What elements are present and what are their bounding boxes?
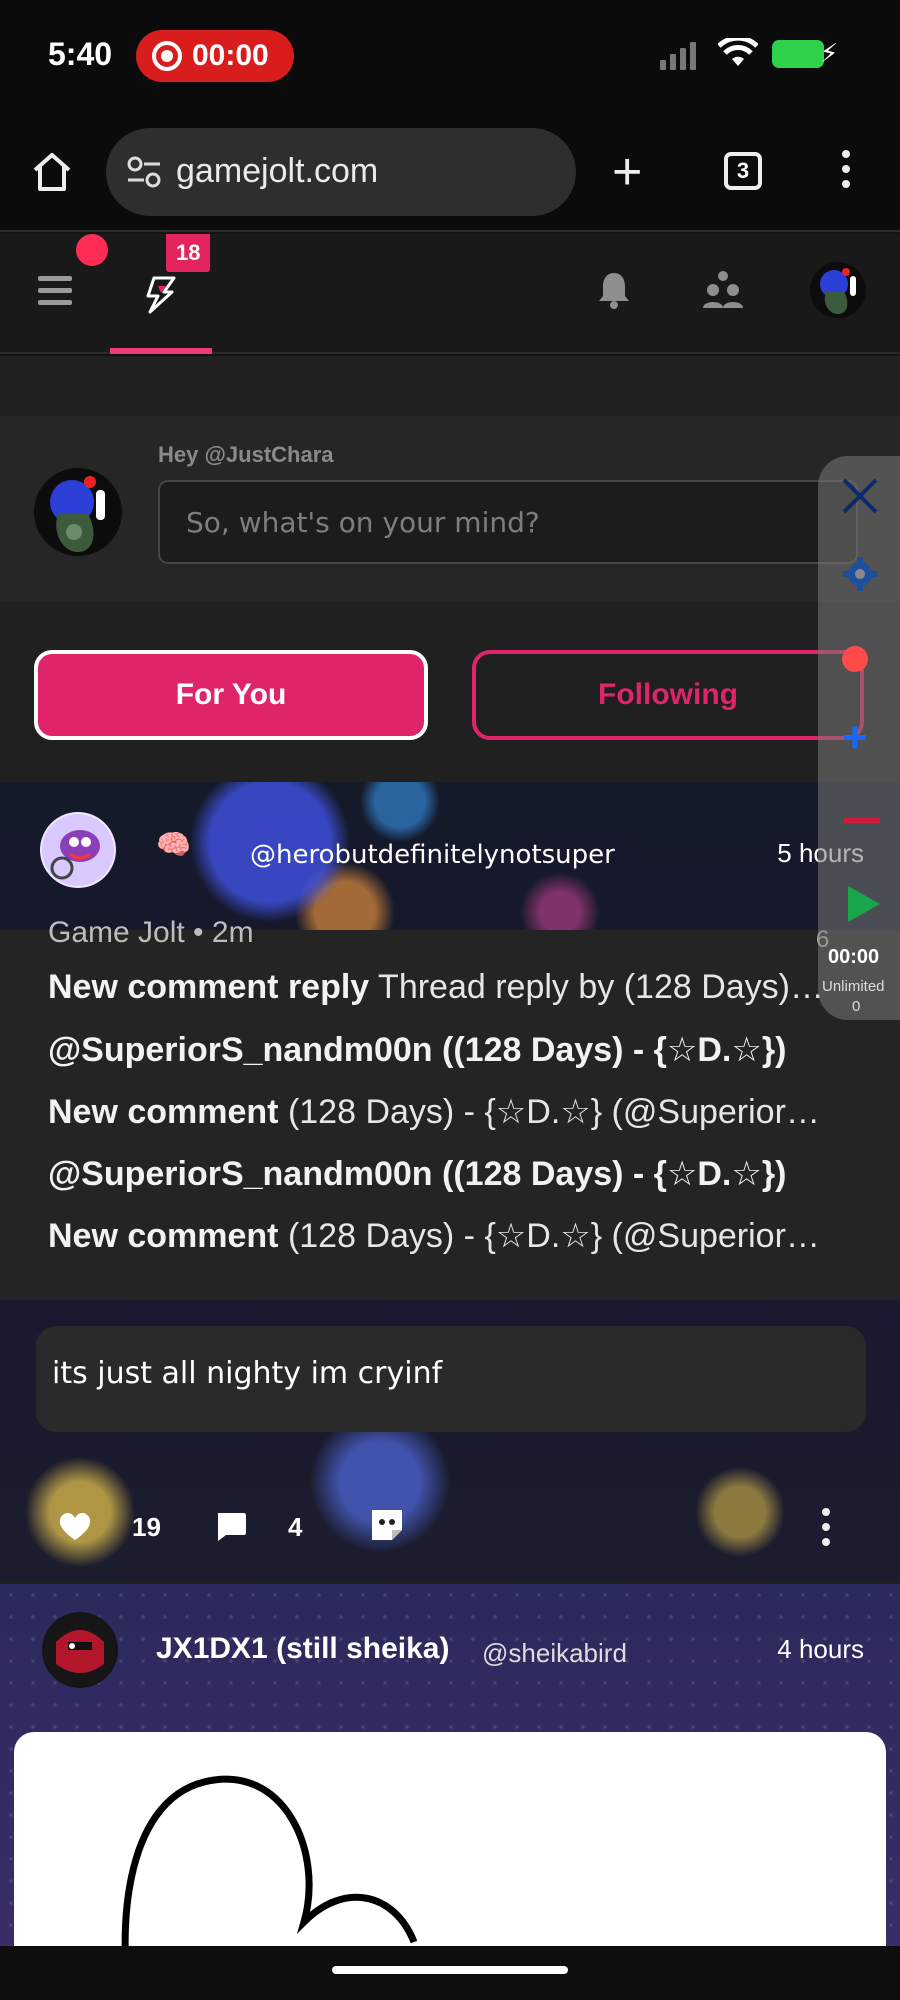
screen-recording-pill[interactable]: 00:00 <box>136 30 294 82</box>
post-timestamp: 4 hours <box>777 1634 864 1664</box>
status-time: 5:40 <box>48 36 113 72</box>
post-author-avatar[interactable] <box>42 1612 118 1688</box>
tab-following[interactable]: Following <box>472 650 864 740</box>
notification-dot <box>76 234 108 266</box>
address-bar[interactable]: gamejolt.com <box>106 128 576 216</box>
friends-icon[interactable] <box>700 270 746 310</box>
tab-activity-feed[interactable]: 18 <box>110 234 212 354</box>
post-author-name[interactable]: JX1DX1 (still sheika) <box>156 1632 449 1666</box>
record-icon <box>152 41 182 71</box>
menu-icon[interactable] <box>38 276 72 306</box>
home-icon[interactable] <box>30 150 74 194</box>
url-text: gamejolt.com <box>176 152 379 190</box>
like-count: 19 <box>132 1512 161 1542</box>
notification-line: @SuperiorS_nandm00n ((128 Days) - {☆D.☆}… <box>48 1031 787 1069</box>
feed-count-badge: 18 <box>166 234 211 272</box>
gamejolt-top-nav: 18 <box>0 234 900 354</box>
comment-icon[interactable] <box>214 1510 248 1542</box>
comment-count: 4 <box>288 1512 303 1542</box>
post-more-icon[interactable] <box>822 1508 832 1553</box>
zoom-in-icon[interactable]: + <box>842 716 868 760</box>
recorder-time: 00:00 <box>828 946 880 968</box>
feed-post[interactable]: JX1DX1 (still sheika) @sheikabird 4 hour… <box>0 1584 900 2000</box>
post-caption: its just all nighty im cryinf <box>36 1326 866 1432</box>
home-indicator[interactable] <box>332 1966 568 1974</box>
play-icon[interactable] <box>848 886 880 922</box>
feed-post[interactable]: 🧠 @herobutdefinitelynotsuper 5 hours Gam… <box>0 782 900 1582</box>
main-content: Hey @JustChara So, what's on your mind? … <box>0 356 900 2000</box>
activity-feed-icon <box>146 276 176 314</box>
sticker-icon[interactable] <box>368 1506 406 1544</box>
status-input[interactable]: So, what's on your mind? <box>158 480 858 564</box>
post-author-avatar[interactable] <box>40 812 116 888</box>
post-action-bar: 19 4 <box>0 1462 900 1582</box>
wifi-icon <box>718 38 758 66</box>
site-settings-icon[interactable] <box>126 156 162 188</box>
notification-line: New comment reply Thread reply by (128 D… <box>48 968 825 1006</box>
status-bar: 5:40 00:00 ⚡ <box>0 0 900 112</box>
screen-recorder-panel: + 00:00 Unlimited 0 <box>818 456 900 1020</box>
post-author-name[interactable]: 🧠 <box>156 828 191 861</box>
post-composer: Hey @JustChara So, what's on your mind? <box>0 416 900 602</box>
notifications-bell-icon[interactable] <box>596 270 632 310</box>
system-gesture-bar <box>0 1946 900 2000</box>
close-icon[interactable] <box>840 476 880 516</box>
notification-line: New comment (128 Days) - {☆D.☆} (@Superi… <box>48 1217 820 1255</box>
battery-icon <box>772 40 824 68</box>
like-heart-icon[interactable] <box>58 1510 92 1542</box>
post-author-handle[interactable]: @herobutdefinitelynotsuper <box>250 840 615 870</box>
record-dot-icon[interactable] <box>842 646 868 672</box>
post-author-handle[interactable]: @sheikabird <box>482 1638 627 1669</box>
cell-signal-icon <box>660 40 696 70</box>
recorder-limit: Unlimited <box>822 978 885 995</box>
recording-time: 00:00 <box>192 39 269 72</box>
post-screenshot-image: Game Jolt • 2m 6 New comment reply Threa… <box>0 916 900 1300</box>
composer-greeting: Hey @JustChara <box>158 442 334 467</box>
user-avatar[interactable] <box>810 262 866 318</box>
charging-icon: ⚡ <box>820 38 839 68</box>
browser-menu-icon[interactable] <box>842 150 852 196</box>
recorder-count: 0 <box>852 998 861 1015</box>
new-tab-icon[interactable]: + <box>612 146 642 198</box>
zoom-out-icon[interactable] <box>844 818 880 823</box>
notification-line: @SuperiorS_nandm00n ((128 Days) - {☆D.☆}… <box>48 1155 787 1193</box>
tab-for-you[interactable]: For You <box>34 650 428 740</box>
gear-icon[interactable] <box>842 556 878 592</box>
tab-switcher-button[interactable]: 3 <box>724 152 762 190</box>
composer-avatar[interactable] <box>34 468 122 556</box>
notification-line: New comment (128 Days) - {☆D.☆} (@Superi… <box>48 1093 820 1131</box>
browser-toolbar: gamejolt.com + 3 <box>0 112 900 232</box>
screenshot-cut-header: Game Jolt • 2m <box>48 916 254 949</box>
